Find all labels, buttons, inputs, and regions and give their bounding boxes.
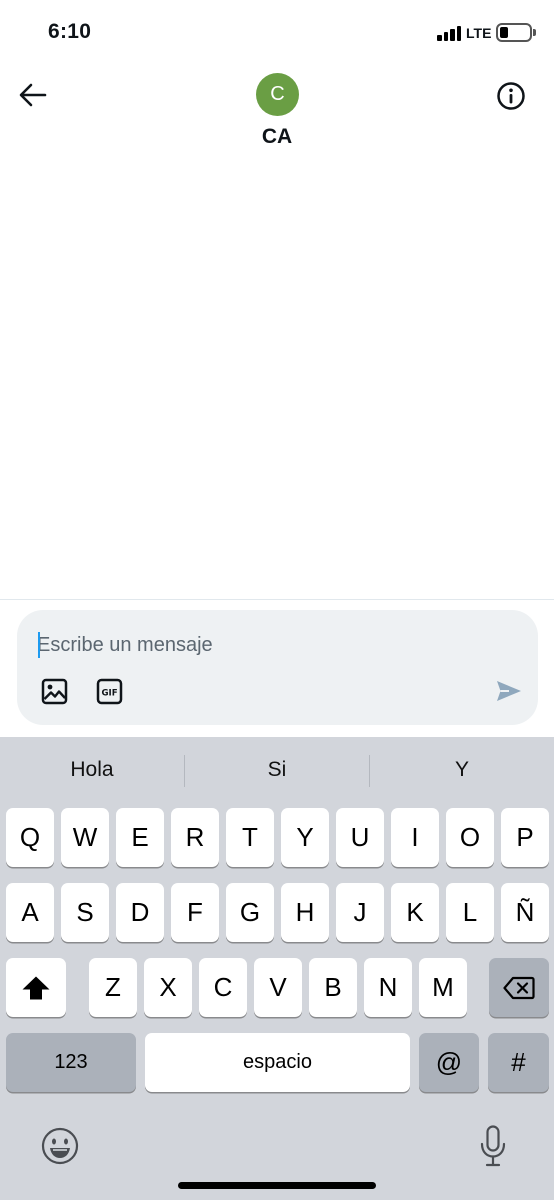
key-r[interactable]: R [171, 808, 219, 867]
suggestion-2[interactable]: Si [185, 737, 369, 803]
numbers-key[interactable]: 123 [6, 1033, 136, 1092]
svg-text:GIF: GIF [101, 688, 117, 698]
keyboard: Hola Si Y Q W E R T Y U I O P A S D F G … [0, 737, 554, 1200]
message-input[interactable] [37, 630, 507, 660]
hash-key[interactable]: # [488, 1033, 549, 1092]
emoji-icon [41, 1127, 79, 1165]
key-enye[interactable]: Ñ [501, 883, 549, 942]
shift-icon [22, 976, 50, 999]
key-f[interactable]: F [171, 883, 219, 942]
at-key[interactable]: @ [419, 1033, 479, 1092]
conversation-header: C CA [0, 66, 554, 156]
key-j[interactable]: J [336, 883, 384, 942]
key-d[interactable]: D [116, 883, 164, 942]
contact-name[interactable]: CA [0, 125, 554, 149]
send-icon [497, 681, 521, 701]
key-s[interactable]: S [61, 883, 109, 942]
text-cursor [38, 632, 40, 658]
status-bar: 6:10 LTE [0, 0, 554, 66]
add-image-button[interactable] [39, 676, 69, 706]
back-arrow-icon [19, 83, 47, 107]
suggestion-1[interactable]: Hola [0, 737, 184, 803]
key-m[interactable]: M [419, 958, 467, 1017]
home-indicator[interactable] [178, 1182, 376, 1189]
avatar[interactable]: C [256, 73, 299, 116]
key-n[interactable]: N [364, 958, 412, 1017]
space-key[interactable]: espacio [145, 1033, 410, 1092]
key-z[interactable]: Z [89, 958, 137, 1017]
key-b[interactable]: B [309, 958, 357, 1017]
cellular-signal-icon [437, 26, 463, 41]
key-x[interactable]: X [144, 958, 192, 1017]
key-u[interactable]: U [336, 808, 384, 867]
battery-icon [496, 23, 536, 42]
avatar-initial: C [270, 83, 285, 105]
key-o[interactable]: O [446, 808, 494, 867]
key-y[interactable]: Y [281, 808, 329, 867]
send-button[interactable] [493, 676, 525, 706]
image-icon [41, 678, 67, 704]
info-icon [497, 82, 525, 110]
key-t[interactable]: T [226, 808, 274, 867]
key-v[interactable]: V [254, 958, 302, 1017]
back-button[interactable] [14, 76, 52, 114]
dictation-button[interactable] [476, 1124, 510, 1168]
backspace-key[interactable] [489, 958, 549, 1017]
key-k[interactable]: K [391, 883, 439, 942]
message-composer: GIF [17, 610, 538, 725]
shift-key[interactable] [6, 958, 66, 1017]
emoji-button[interactable] [40, 1126, 80, 1166]
info-button[interactable] [493, 78, 529, 114]
key-h[interactable]: H [281, 883, 329, 942]
key-w[interactable]: W [61, 808, 109, 867]
key-q[interactable]: Q [6, 808, 54, 867]
microphone-icon [480, 1125, 506, 1167]
key-i[interactable]: I [391, 808, 439, 867]
status-time: 6:10 [48, 20, 92, 43]
composer-divider [0, 599, 554, 600]
network-type: LTE [466, 25, 492, 41]
message-list[interactable] [0, 156, 554, 599]
key-a[interactable]: A [6, 883, 54, 942]
key-c[interactable]: C [199, 958, 247, 1017]
gif-icon: GIF [96, 678, 122, 704]
key-l[interactable]: L [446, 883, 494, 942]
key-p[interactable]: P [501, 808, 549, 867]
backspace-icon [503, 976, 535, 999]
add-gif-button[interactable]: GIF [94, 676, 124, 706]
key-e[interactable]: E [116, 808, 164, 867]
suggestion-3[interactable]: Y [370, 737, 554, 803]
key-g[interactable]: G [226, 883, 274, 942]
predictive-text-bar: Hola Si Y [0, 737, 554, 803]
